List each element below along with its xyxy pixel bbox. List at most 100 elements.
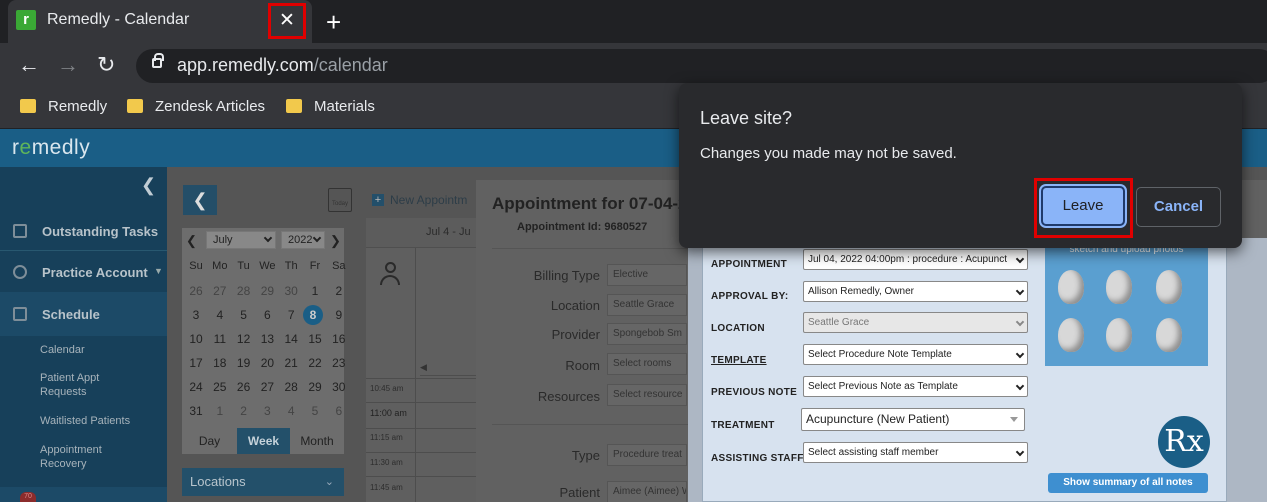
month-prev-icon[interactable]: ❮ [186, 233, 197, 249]
calendar-day[interactable]: 11 [208, 332, 232, 346]
head-three-quarter-icon[interactable] [1106, 270, 1132, 304]
today-calendar-icon[interactable]: Today [328, 188, 352, 212]
calendar-day[interactable]: 7 [279, 308, 303, 322]
provider-field[interactable]: Spongebob Sm [607, 323, 687, 345]
show-summary-button[interactable]: Show summary of all notes [1048, 473, 1208, 493]
calendar-day[interactable]: 1 [303, 284, 327, 298]
previous-note-select[interactable]: Select Previous Note as Template [803, 376, 1028, 397]
head-rear-side-icon[interactable] [1156, 318, 1182, 352]
calendar-day[interactable]: 2 [327, 284, 351, 298]
new-tab-button[interactable]: + [326, 7, 341, 38]
sidebar-item-outstanding-tasks[interactable]: Outstanding Tasks [42, 224, 158, 239]
billing-type-field[interactable]: Elective [607, 264, 687, 286]
calendar-day[interactable]: 15 [303, 332, 327, 346]
new-appointment-button[interactable]: New Appointm [390, 193, 467, 207]
calendar-day[interactable]: 31 [184, 404, 208, 418]
grid-scroll-left-icon[interactable]: ◀ [420, 362, 480, 376]
billing-type-label: Billing Type [533, 268, 600, 283]
back-button[interactable]: ← [18, 52, 40, 78]
appointment-select[interactable]: Jul 04, 2022 04:00pm : procedure : Acupu… [803, 249, 1028, 270]
sidebar-item-schedule[interactable]: Schedule [42, 307, 100, 322]
cancel-button[interactable]: Cancel [1136, 187, 1221, 227]
approval-by-select[interactable]: Allison Remedly, Owner [803, 281, 1028, 302]
calendar-day[interactable]: 4 [208, 308, 232, 322]
calendar-day[interactable]: 27 [255, 380, 279, 394]
view-day-button[interactable]: Day [182, 428, 237, 454]
template-select[interactable]: Select Procedure Note Template [803, 344, 1028, 365]
sidebar-item-appointment-recovery[interactable]: Appointment Recovery [40, 443, 130, 471]
appointment-select-value: Jul 04, 2022 04:00pm : procedure : Acupu… [808, 254, 1008, 265]
previous-note-label: PREVIOUS NOTE [711, 387, 798, 398]
calendar-day[interactable]: 2 [232, 404, 256, 418]
view-week-button[interactable]: Week [237, 428, 290, 454]
head-front-icon[interactable] [1058, 270, 1084, 304]
calendar-day[interactable]: 30 [279, 284, 303, 298]
head-top-icon[interactable] [1106, 318, 1132, 352]
template-link[interactable]: TEMPLATE [711, 355, 767, 366]
calendar-day[interactable]: 20 [255, 356, 279, 370]
calendar-day[interactable]: 3 [184, 308, 208, 322]
sidebar-item-patient-appt-requests[interactable]: Patient Appt Requests [40, 371, 130, 399]
calendar-day[interactable]: 5 [232, 308, 256, 322]
calendar-day[interactable]: 28 [232, 284, 256, 298]
room-field[interactable]: Select rooms [607, 353, 687, 375]
leave-button[interactable]: Leave [1041, 186, 1125, 226]
calendar-day[interactable]: 29 [255, 284, 279, 298]
calendar-day[interactable]: 5 [303, 404, 327, 418]
sidebar-collapse-icon[interactable]: ❮ [141, 175, 156, 196]
url-text[interactable]: app.remedly.com/calendar [177, 55, 388, 76]
calendar-day[interactable]: 14 [279, 332, 303, 346]
reload-button[interactable]: ↻ [97, 52, 115, 78]
calendar-day[interactable]: 18 [208, 356, 232, 370]
calendar-day[interactable]: 30 [327, 380, 351, 394]
type-field[interactable]: Procedure treat [607, 444, 687, 466]
patient-field[interactable]: Aimee (Aimee) W [607, 481, 687, 502]
rx-prescription-icon[interactable]: Rx [1158, 416, 1210, 468]
bookmark-materials[interactable]: Materials [286, 96, 375, 118]
locations-panel-header[interactable]: Locations ⌄ [182, 468, 344, 496]
calendar-day[interactable]: 4 [279, 404, 303, 418]
location-field[interactable]: Seattle Grace [607, 294, 687, 316]
calendar-day[interactable]: 6 [255, 308, 279, 322]
month-select[interactable]: July [206, 231, 276, 249]
calendar-day[interactable]: 21 [279, 356, 303, 370]
calendar-day[interactable]: 17 [184, 356, 208, 370]
assisting-staff-select[interactable]: Select assisting staff member [803, 442, 1028, 463]
resources-field[interactable]: Select resource [607, 384, 687, 406]
remedly-logo[interactable]: remedly [12, 136, 90, 160]
sidebar-item-waitlisted-patients[interactable]: Waitlisted Patients [40, 414, 130, 428]
notification-badge[interactable]: 70 [20, 492, 36, 502]
calendar-day[interactable]: 26 [232, 380, 256, 394]
bookmark-zendesk-articles[interactable]: Zendesk Articles [127, 96, 265, 118]
calendar-day[interactable]: 28 [279, 380, 303, 394]
calendar-day[interactable]: 26 [184, 284, 208, 298]
calendar-day[interactable]: 1 [208, 404, 232, 418]
calendar-day[interactable]: 10 [184, 332, 208, 346]
calendar-day[interactable]: 6 [327, 404, 351, 418]
calendar-day-selected[interactable]: 8 [303, 305, 323, 325]
head-back-icon[interactable] [1058, 318, 1084, 352]
calendar-day[interactable]: 27 [208, 284, 232, 298]
treatment-select[interactable]: Acupuncture (New Patient) [801, 408, 1025, 431]
calendar-day[interactable]: 23 [327, 356, 351, 370]
calendar-day[interactable]: 19 [232, 356, 256, 370]
calendar-day[interactable]: 9 [327, 308, 351, 322]
bookmark-remedly[interactable]: Remedly [20, 96, 107, 118]
sidebar-item-practice-account[interactable]: Practice Account [42, 265, 148, 280]
calendar-day[interactable]: 16 [327, 332, 351, 346]
tab-close-button[interactable]: ✕ [268, 3, 306, 39]
calendar-prev-button[interactable]: ❮ [183, 185, 217, 215]
head-side-icon[interactable] [1156, 270, 1182, 304]
calendar-day[interactable]: 25 [208, 380, 232, 394]
calendar-day[interactable]: 24 [184, 380, 208, 394]
month-next-icon[interactable]: ❯ [330, 233, 341, 249]
year-select[interactable]: 2022 [281, 231, 325, 249]
calendar-day[interactable]: 22 [303, 356, 327, 370]
calendar-day[interactable]: 3 [255, 404, 279, 418]
forward-button[interactable]: → [57, 52, 79, 78]
sidebar-item-calendar[interactable]: Calendar [40, 343, 85, 357]
calendar-day[interactable]: 13 [255, 332, 279, 346]
calendar-day[interactable]: 29 [303, 380, 327, 394]
view-month-button[interactable]: Month [290, 428, 344, 454]
calendar-day[interactable]: 12 [232, 332, 256, 346]
